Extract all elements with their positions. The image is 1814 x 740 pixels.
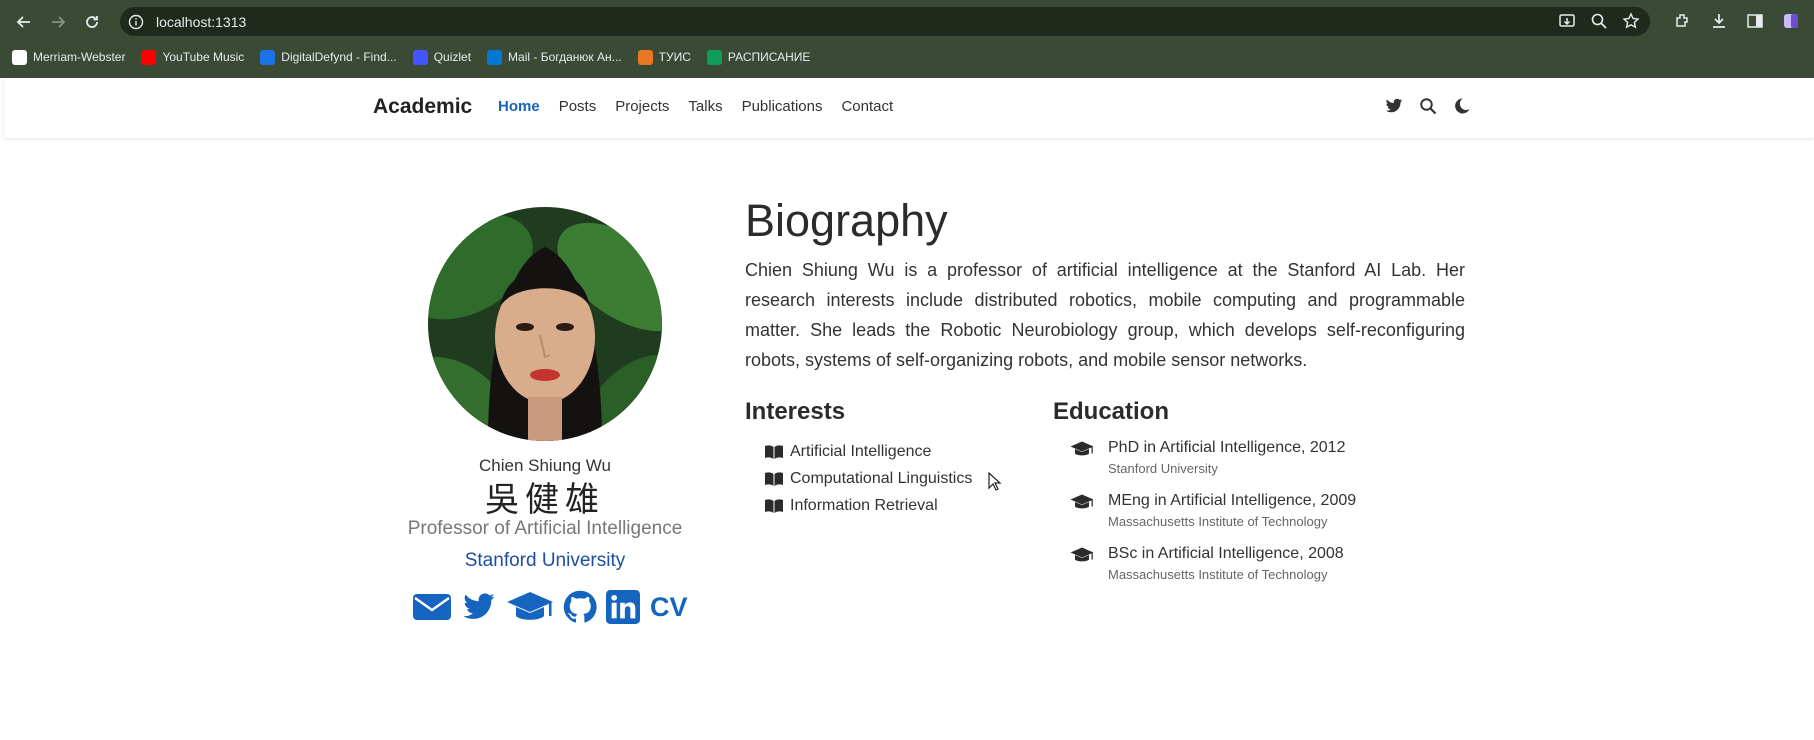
education-degree: PhD in Artificial Intelligence, 2012: [1108, 439, 1346, 456]
book-open-icon: [765, 444, 783, 459]
graduation-cap-icon[interactable]: [506, 590, 554, 624]
mouse-cursor-icon: [988, 472, 1002, 491]
navbar-icons: [1385, 97, 1471, 115]
interest-label: Artificial Intelligence: [790, 442, 932, 460]
bookmark-label: Mail - Богданюк Ан...: [508, 50, 622, 64]
bookmark-star-icon[interactable]: [1622, 12, 1640, 30]
site-info-icon[interactable]: [128, 14, 144, 30]
browser-toolbar: localhost:1313: [0, 0, 1814, 43]
linkedin-icon[interactable]: [606, 590, 640, 624]
nav-links: Home Posts Projects Talks Publications Contac…: [498, 98, 893, 115]
education-school: Massachusetts Institute of Technology: [1108, 567, 1328, 582]
envelope-icon[interactable]: [412, 590, 452, 624]
profile-organization-link[interactable]: Stanford University: [350, 550, 740, 572]
biography-title: Biography: [745, 195, 948, 246]
outlook-icon: [487, 49, 503, 65]
avatar: [428, 207, 662, 441]
github-icon[interactable]: [562, 590, 598, 624]
download-icon[interactable]: [1710, 12, 1728, 30]
tuis-icon: [637, 49, 653, 65]
bookmark-label: ТУИС: [658, 50, 691, 64]
biography-text: Chien Shiung Wu is a professor of artifi…: [745, 260, 1465, 370]
education-school: Massachusetts Institute of Technology: [1108, 514, 1328, 529]
interests-list: Artificial Intelligence Computational Lin…: [764, 438, 972, 519]
extensions-icon[interactable]: [1674, 12, 1692, 30]
bookmark-item[interactable]: DigitalDefynd - Find...: [260, 49, 397, 65]
cv-link[interactable]: CV: [650, 592, 688, 623]
avatar-portrait-image: [428, 207, 662, 441]
dd-icon: [260, 49, 276, 65]
bookmark-item[interactable]: Mail - Богданюк Ан...: [487, 49, 622, 65]
address-bar[interactable]: localhost:1313: [120, 7, 1650, 36]
search-icon[interactable]: [1419, 97, 1437, 115]
profile-avatar-icon[interactable]: [1782, 12, 1800, 30]
bookmark-item[interactable]: Merriam-Webster: [12, 49, 126, 65]
sheets-icon: [706, 49, 722, 65]
twitter-icon[interactable]: [1385, 97, 1403, 115]
education-school: Stanford University: [1108, 461, 1218, 476]
reload-icon: [86, 15, 98, 28]
profile-role: Professor of Artificial Intelligence: [407, 518, 683, 539]
bookmark-item[interactable]: РАСПИСАНИЕ: [706, 49, 811, 65]
install-app-icon[interactable]: [1558, 12, 1576, 30]
graduation-cap-icon: [1070, 441, 1094, 456]
arrow-left-icon: [16, 15, 30, 28]
bookmark-item[interactable]: Quizlet: [412, 49, 472, 65]
social-links: CV: [412, 590, 688, 624]
nav-link-projects[interactable]: Projects: [615, 98, 669, 115]
graduation-cap-icon: [1070, 547, 1094, 562]
arrow-right-icon: [52, 15, 66, 28]
moon-icon[interactable]: [1453, 97, 1471, 115]
bookmark-label: YouTube Music: [162, 50, 245, 64]
graduation-cap-icon: [1070, 494, 1094, 509]
toolbar-actions: [1674, 12, 1800, 30]
mw-icon: [12, 49, 27, 65]
nav-link-home[interactable]: Home: [498, 98, 540, 115]
url-text[interactable]: localhost:1313: [156, 14, 246, 30]
zoom-icon[interactable]: [1590, 12, 1608, 30]
bookmarks-bar: Merriam-Webster YouTube Music DigitalDefyn…: [0, 43, 1814, 71]
education-item: MEng in Artificial Intelligence, 2009 Mas…: [1070, 491, 1356, 544]
interest-label: Computational Linguistics: [790, 469, 973, 487]
interest-item: Information Retrieval: [764, 492, 972, 519]
bookmark-item[interactable]: ТУИС: [637, 49, 691, 65]
interests-title: Interests: [745, 398, 846, 425]
back-button[interactable]: [14, 12, 34, 32]
bookmark-label: РАСПИСАНИЕ: [727, 50, 811, 64]
reload-button[interactable]: [82, 12, 102, 32]
site-navbar: Academic Home Posts Projects Talks Publicati…: [4, 78, 1814, 138]
education-item: PhD in Artificial Intelligence, 2012 Stan…: [1070, 438, 1356, 491]
interest-item: Computational Linguistics: [764, 465, 972, 492]
interest-item: Artificial Intelligence: [764, 438, 972, 465]
education-item: BSc in Artificial Intelligence, 2008 Mass…: [1070, 544, 1356, 597]
nav-link-publications[interactable]: Publications: [742, 98, 823, 115]
education-degree: BSc in Artificial Intelligence, 2008: [1108, 545, 1344, 562]
education-degree: MEng in Artificial Intelligence, 2009: [1108, 492, 1357, 509]
bookmark-label: DigitalDefynd - Find...: [281, 50, 397, 64]
side-panel-icon[interactable]: [1746, 12, 1764, 30]
book-open-icon: [765, 471, 783, 486]
browser-chrome: localhost:1313 Merriam-Webster YouTube Mu…: [0, 0, 1814, 78]
nav-link-talks[interactable]: Talks: [688, 98, 722, 115]
bookmark-label: Merriam-Webster: [33, 50, 126, 64]
quizlet-icon: [412, 49, 428, 65]
youtube-music-icon: [141, 49, 157, 65]
site-brand[interactable]: Academic: [373, 95, 472, 119]
nav-link-posts[interactable]: Posts: [559, 98, 597, 115]
page-content: Academic Home Posts Projects Talks Publicati…: [4, 78, 1814, 740]
nav-link-contact[interactable]: Contact: [841, 98, 893, 115]
profile-name-cjk: 吳健雄: [485, 481, 605, 519]
bookmark-label: Quizlet: [433, 50, 472, 64]
forward-button[interactable]: [48, 12, 68, 32]
education-title: Education: [1053, 398, 1170, 425]
interest-label: Information Retrieval: [790, 496, 938, 514]
twitter-icon[interactable]: [460, 590, 498, 624]
book-open-icon: [765, 498, 783, 513]
education-list: PhD in Artificial Intelligence, 2012 Stan…: [1070, 438, 1356, 597]
bookmark-item[interactable]: YouTube Music: [141, 49, 245, 65]
